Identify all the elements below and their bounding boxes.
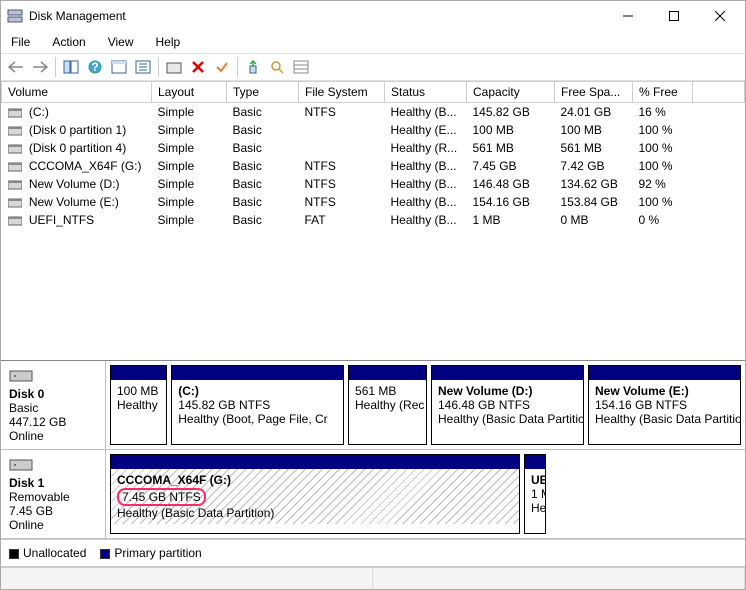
- disk0-part-e[interactable]: New Volume (E:)154.16 GB NTFSHealthy (Ba…: [588, 365, 741, 445]
- volume-row[interactable]: New Volume (E:)SimpleBasicNTFSHealthy (B…: [2, 193, 745, 211]
- svg-text:?: ?: [91, 60, 98, 74]
- refresh-button[interactable]: [108, 56, 130, 78]
- disk0-part-0[interactable]: 100 MBHealthy: [110, 365, 167, 445]
- disk0-part-recovery[interactable]: 561 MBHealthy (Rec: [348, 365, 427, 445]
- back-button[interactable]: [5, 56, 27, 78]
- highlighted-size: 7.45 GB NTFS: [117, 488, 206, 506]
- volume-row[interactable]: CCCOMA_X64F (G:)SimpleBasicNTFSHealthy (…: [2, 157, 745, 175]
- legend: Unallocated Primary partition: [1, 539, 745, 567]
- volume-row[interactable]: New Volume (D:)SimpleBasicNTFSHealthy (B…: [2, 175, 745, 193]
- list-view-button[interactable]: [290, 56, 312, 78]
- legend-unallocated: Unallocated: [9, 546, 86, 560]
- volume-row[interactable]: (Disk 0 partition 1)SimpleBasicHealthy (…: [2, 121, 745, 139]
- app-icon: [7, 8, 23, 24]
- disk-0-label[interactable]: Disk 0 Basic 447.12 GB Online: [1, 361, 106, 449]
- col-layout[interactable]: Layout: [152, 82, 227, 103]
- menu-bar: File Action View Help: [1, 31, 745, 53]
- disk-1-label[interactable]: Disk 1 Removable 7.45 GB Online: [1, 450, 106, 538]
- maximize-button[interactable]: [651, 2, 697, 30]
- show-hide-button[interactable]: [60, 56, 82, 78]
- col-free[interactable]: Free Spa...: [555, 82, 633, 103]
- disk-1-row[interactable]: Disk 1 Removable 7.45 GB Online CCCOMA_X…: [1, 450, 745, 539]
- disk0-part-c[interactable]: (C:)145.82 GB NTFSHealthy (Boot, Page Fi…: [171, 365, 344, 445]
- delete-button[interactable]: [187, 56, 209, 78]
- volume-row[interactable]: (Disk 0 partition 4)SimpleBasicHealthy (…: [2, 139, 745, 157]
- col-type[interactable]: Type: [227, 82, 299, 103]
- col-pct[interactable]: % Free: [633, 82, 693, 103]
- attach-vhd-button[interactable]: [242, 56, 264, 78]
- volume-row[interactable]: UEFI_NTFSSimpleBasicFATHealthy (B...1 MB…: [2, 211, 745, 229]
- menu-file[interactable]: File: [7, 33, 34, 51]
- disk0-part-d[interactable]: New Volume (D:)146.48 GB NTFSHealthy (Ba…: [431, 365, 584, 445]
- column-headers[interactable]: Volume Layout Type File System Status Ca…: [2, 82, 745, 103]
- toolbar: ?: [1, 53, 745, 81]
- help-button[interactable]: ?: [84, 56, 106, 78]
- list-gap: [1, 229, 745, 361]
- create-vhd-button[interactable]: [163, 56, 185, 78]
- col-volume[interactable]: Volume: [2, 82, 152, 103]
- menu-action[interactable]: Action: [48, 33, 89, 51]
- disk1-part-uefi[interactable]: UE1 MHe: [524, 454, 546, 534]
- forward-button[interactable]: [29, 56, 51, 78]
- minimize-button[interactable]: [605, 2, 651, 30]
- apply-button[interactable]: [211, 56, 233, 78]
- menu-view[interactable]: View: [104, 33, 138, 51]
- removable-icon: [9, 456, 33, 474]
- col-fs[interactable]: File System: [299, 82, 385, 103]
- settings-button[interactable]: [132, 56, 154, 78]
- disk1-part-g[interactable]: CCCOMA_X64F (G:) 7.45 GB NTFS Healthy (B…: [110, 454, 520, 534]
- window-title: Disk Management: [29, 9, 605, 23]
- volume-row[interactable]: (C:)SimpleBasicNTFSHealthy (B...145.82 G…: [2, 103, 745, 122]
- disk-0-row[interactable]: Disk 0 Basic 447.12 GB Online 100 MBHeal…: [1, 361, 745, 450]
- col-status[interactable]: Status: [385, 82, 467, 103]
- close-button[interactable]: [697, 2, 743, 30]
- volume-list[interactable]: Volume Layout Type File System Status Ca…: [1, 81, 745, 229]
- menu-help[interactable]: Help: [152, 33, 185, 51]
- title-bar: Disk Management: [1, 1, 745, 31]
- col-capacity[interactable]: Capacity: [467, 82, 555, 103]
- status-bar: [1, 567, 745, 589]
- legend-primary: Primary partition: [100, 546, 201, 560]
- hdd-icon: [9, 367, 33, 385]
- rescan-button[interactable]: [266, 56, 288, 78]
